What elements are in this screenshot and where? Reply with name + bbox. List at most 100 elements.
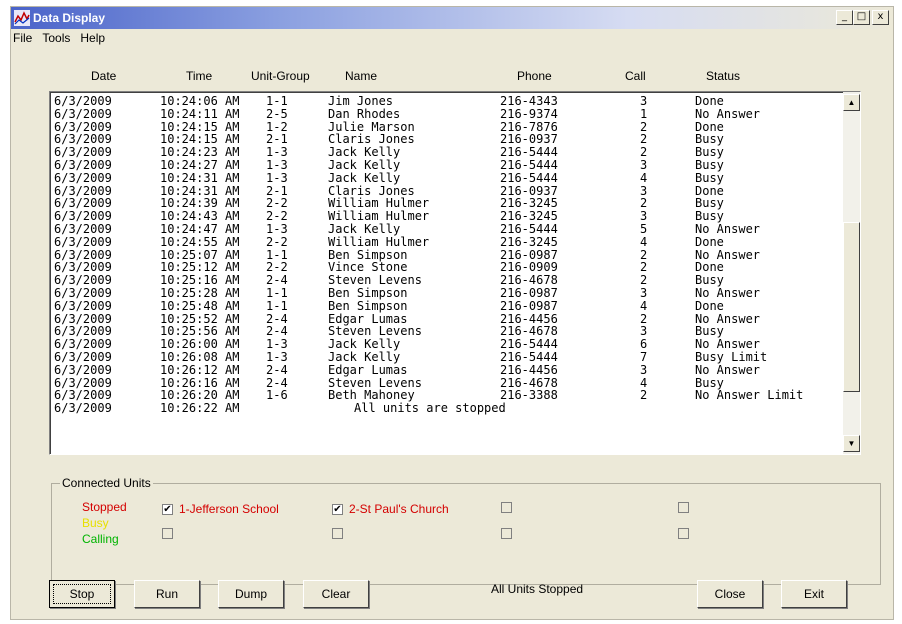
row-unit-group: 1-3 [266,157,288,172]
row-status: Busy Limit [695,349,768,364]
unit-4-checkbox[interactable] [678,502,689,513]
table-row[interactable]: 6/3/2009 10:25:28 AM 1-1 Ben Simpson 216-098… [54,287,840,300]
row-status: Busy [695,170,724,185]
row-phone: 216-5444 [500,157,558,172]
header-name: Name [345,69,378,83]
data-display-window: Data Display _ □ x File Tools Help Date … [10,6,894,620]
row-date: 6/3/2009 [54,170,112,185]
unit-3-checkbox[interactable] [501,502,512,513]
row-status: Done [695,298,724,313]
row-name: William Hulmer [328,234,430,249]
row-time: 10:24:06 AM [160,94,240,108]
legend-calling: Calling [82,532,119,546]
clear-button[interactable]: Clear [303,580,369,608]
row-unit-group: 2-4 [266,362,288,377]
checkbox-box[interactable] [501,502,512,513]
checkbox-box[interactable] [678,528,689,539]
scroll-up-button[interactable]: ▲ [843,94,860,111]
table-row[interactable]: 6/3/2009 10:25:48 AM 1-1 Ben Simpson 216-098… [54,298,840,313]
header-unit-group: Unit-Group [251,69,310,83]
checkbox-box[interactable]: ✔ [332,503,343,515]
row-time: 10:24:55 AM [160,234,240,249]
row-date: 6/3/2009 [54,298,112,313]
row-date: 6/3/2009 [54,349,112,364]
row-time: 10:25:28 AM [160,285,240,300]
row-status: Done [695,94,724,108]
menu-tools[interactable]: Tools [42,31,70,49]
table-row[interactable]: 6/3/2009 10:26:12 AM 2-4 Edgar Lumas 216-445… [54,362,840,377]
row-time: 10:26:08 AM [160,349,240,364]
row-phone: 216-5444 [500,349,558,364]
checkbox-box[interactable]: ✔ [162,503,173,515]
row-message: All units are stopped [354,401,506,416]
row-call: 4 [640,298,648,313]
row-phone: 216-4343 [500,94,558,108]
table-row[interactable]: 6/3/2009 10:24:55 AM 2-2 William Hulmer 216-… [54,234,840,249]
menu-help[interactable]: Help [80,31,105,49]
connected-units-group: Connected Units Stopped Busy Calling ✔ 1… [51,476,881,585]
table-row[interactable]: 6/3/2009 10:24:27 AM 1-3 Jack Kelly 216-5444… [54,159,840,172]
header-status: Status [706,69,741,83]
unit-2-checkbox[interactable]: ✔ 2-St Paul's Church [332,502,449,516]
run-button[interactable]: Run [134,580,200,608]
row-date: 6/3/2009 [54,362,112,377]
row-phone: 216-3245 [500,234,558,249]
log-listbox[interactable]: 6/3/2009 10:24:06 AM 1-1 Jim Jones 216-4343 3… [49,91,861,455]
stop-button[interactable]: Stop [49,580,115,608]
unit-1-checkbox[interactable]: ✔ 1-Jefferson School [162,502,279,516]
unit-8-checkbox[interactable] [678,528,689,539]
row-name: Jack Kelly [328,170,401,185]
row-unit-group: 1-3 [266,349,288,364]
checkbox-box[interactable] [162,528,173,539]
scroll-thumb[interactable] [843,222,860,392]
row-call: 3 [640,94,648,108]
row-status: No Answer [695,285,761,300]
table-row[interactable]: 6/3/2009 10:24:06 AM 1-1 Jim Jones 216-4343 3… [54,95,840,108]
checkbox-box[interactable] [332,528,343,539]
row-name: Jack Kelly [328,349,401,364]
unit-5-checkbox[interactable] [162,528,173,539]
row-name: Edgar Lumas [328,362,408,377]
connected-units-title: Connected Units [60,476,153,490]
column-headers: Date Time Unit-Group Name Phone Call Sta… [11,69,893,85]
row-date: 6/3/2009 [54,94,112,108]
unit-6-checkbox[interactable] [332,528,343,539]
scroll-down-button[interactable]: ▼ [843,435,860,452]
title-bar[interactable]: Data Display _ □ x [11,7,893,29]
row-name: Ben Simpson [328,285,408,300]
log-rows: 6/3/2009 10:24:06 AM 1-1 Jim Jones 216-4343 3… [54,95,840,415]
checkbox-box[interactable] [678,502,689,513]
minimize-button[interactable]: _ [836,10,853,25]
row-call: 2 [640,388,648,403]
dump-button[interactable]: Dump [218,580,284,608]
close-button[interactable]: Close [697,580,763,608]
row-unit-group: 1-1 [266,285,288,300]
table-row[interactable]: 6/3/2009 10:24:47 AM 1-3 Jack Kelly 216-5444… [54,223,840,236]
menu-file[interactable]: File [13,31,32,49]
row-name: Jack Kelly [328,157,401,172]
menu-bar: File Tools Help [11,31,105,49]
exit-button[interactable]: Exit [781,580,847,608]
unit-7-checkbox[interactable] [501,528,512,539]
table-row[interactable]: 6/3/2009 10:26:08 AM 1-3 Jack Kelly 216-5444… [54,351,840,364]
row-call: 3 [640,362,648,377]
header-phone: Phone [517,69,552,83]
checkbox-box[interactable] [501,528,512,539]
row-unit-group: 2-2 [266,234,288,249]
row-phone: 216-9374 [500,106,558,121]
unit-2-label: 2-St Paul's Church [349,502,449,516]
row-call: 3 [640,157,648,172]
table-row[interactable]: 6/3/2009 10:24:31 AM 1-3 Jack Kelly 216-5444… [54,170,840,185]
row-status: No Answer Limit [695,388,804,403]
table-row[interactable]: 6/3/2009 10:24:11 AM 2-5 Dan Rhodes 216-9374… [54,106,840,121]
app-icon [14,10,30,26]
row-date: 6/3/2009 [54,234,112,249]
maximize-button[interactable]: □ [853,10,870,25]
legend-busy: Busy [82,516,109,530]
row-call: 1 [640,106,648,121]
vertical-scrollbar[interactable]: ▲ ▼ [843,92,860,454]
close-window-button[interactable]: x [872,10,889,25]
row-unit-group: 1-3 [266,170,288,185]
row-date: 6/3/2009 [54,285,112,300]
table-row-final[interactable]: 6/3/2009 10:26:22 AM All units are stopped [54,402,840,415]
